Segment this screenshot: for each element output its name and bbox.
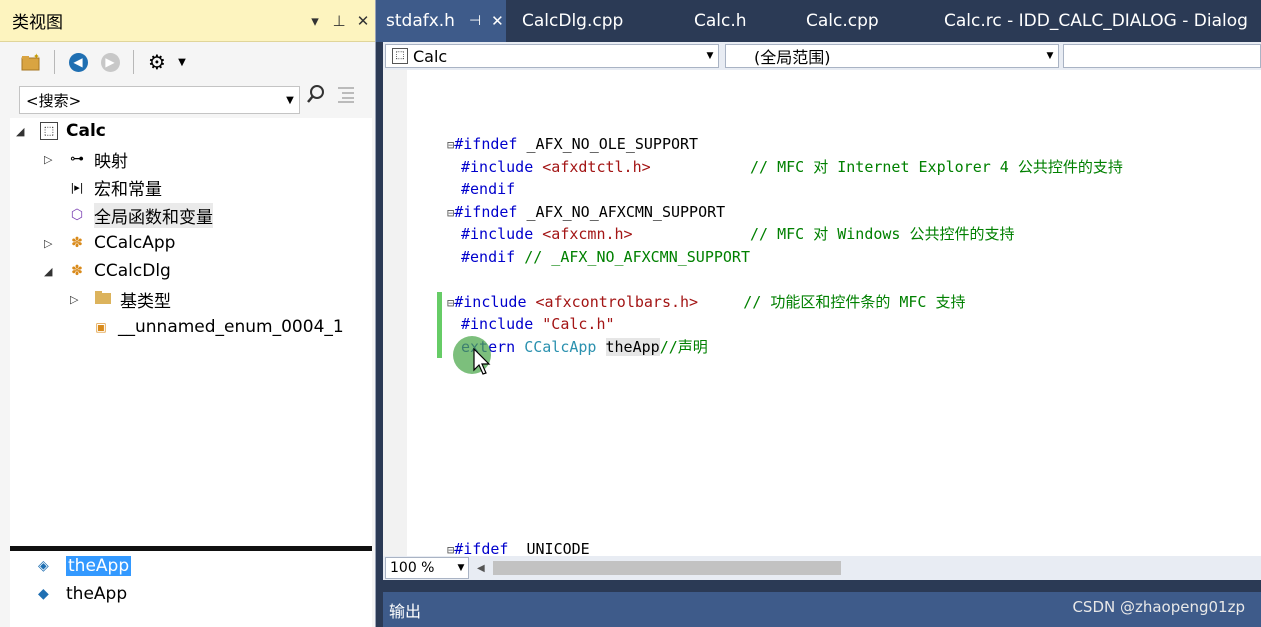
folder-icon xyxy=(92,290,114,309)
close-icon[interactable]: ✕ xyxy=(491,12,504,30)
class-icon: ✽ xyxy=(71,263,83,279)
tree-node-root[interactable]: ◢ ⬚ Calc xyxy=(16,118,106,144)
code-line: ⊟#ifdef UNICODE xyxy=(447,540,590,556)
code-line: #include <afxcmn.h> // MFC 对 Windows 公共控… xyxy=(461,225,1015,243)
scope-dropdown[interactable]: (全局范围) ▼ xyxy=(725,44,1059,68)
code-line: #include <afxdtctl.h> // MFC 对 Internet … xyxy=(461,158,1123,176)
panel-gap xyxy=(376,580,1261,592)
project-icon: ⬚ xyxy=(392,48,408,64)
tree-node-ccalcapp[interactable]: ▷ ✽ CCalcApp xyxy=(44,230,175,256)
collapse-icon[interactable]: ◢ xyxy=(16,125,30,138)
mouse-pointer-icon xyxy=(473,348,491,375)
svg-text:✦: ✦ xyxy=(33,53,40,61)
tree-node-base-types[interactable]: ▷ 基类型 xyxy=(70,286,171,312)
globals-cube-icon: ⬡ xyxy=(70,207,84,223)
chevron-down-icon: ▼ xyxy=(457,563,465,573)
tab-stdafx-h[interactable]: stdafx.h ⊣ ✕ xyxy=(376,0,506,42)
class-view-panel: 类视图 ▾ ⊥ ✕ ✦ ◀ ▶ ⚙ ▼ <搜索> ▼ ◢ ⬚ Calc ▷ ⊶ … xyxy=(0,0,376,627)
macro-icon: |▸| xyxy=(70,180,84,194)
class-view-search-input[interactable]: <搜索> ▼ xyxy=(19,86,300,114)
chevron-down-icon: ▼ xyxy=(706,51,714,61)
search-icon[interactable] xyxy=(306,84,326,108)
member-item-theapp[interactable]: ◆ theApp xyxy=(38,581,127,607)
forward-icon[interactable]: ▶ xyxy=(97,49,123,75)
members-list: ◈ theApp ◆ theApp xyxy=(10,551,372,627)
search-tools xyxy=(306,84,356,108)
filter-settings-icon[interactable] xyxy=(336,84,356,108)
tab-calc-h[interactable]: Calc.h xyxy=(684,0,796,42)
pin-icon[interactable]: ⊣ xyxy=(469,13,481,29)
class-tree: ◢ ⬚ Calc ▷ ⊶ 映射 |▸| 宏和常量 ⬡ 全局函数和变量 ▷ ✽ C… xyxy=(10,118,372,546)
member-dropdown[interactable] xyxy=(1063,44,1261,68)
tab-calc-rc-dialog[interactable]: Calc.rc - IDD_CALC_DIALOG - Dialog xyxy=(934,0,1254,42)
variable-icon: ◈ xyxy=(38,558,49,574)
class-icon: ✽ xyxy=(71,235,83,251)
code-line: #include "Calc.h" xyxy=(461,315,615,333)
document-tabs: stdafx.h ⊣ ✕ CalcDlg.cpp Calc.h Calc.cpp… xyxy=(376,0,1261,42)
search-dropdown-icon[interactable]: ▼ xyxy=(281,95,299,106)
code-line: #endif // _AFX_NO_AFXCMN_SUPPORT xyxy=(461,248,750,266)
project-dropdown[interactable]: ⬚ Calc ▼ xyxy=(385,44,719,68)
back-icon[interactable]: ◀ xyxy=(65,49,91,75)
tree-node-ccalcdlg[interactable]: ◢ ✽ CCalcDlg xyxy=(44,258,171,284)
collapse-icon[interactable]: ◢ xyxy=(44,265,58,278)
tree-node-globals[interactable]: ⬡ 全局函数和变量 xyxy=(66,202,213,228)
tree-node-enum[interactable]: ▣ __unnamed_enum_0004_1 xyxy=(90,314,343,340)
scrollbar-thumb[interactable] xyxy=(492,561,841,575)
editor-gutter xyxy=(383,70,407,556)
code-line: ⊟#include <afxcontrolbars.h> // 功能区和控件条的… xyxy=(447,293,966,311)
expand-icon[interactable]: ▷ xyxy=(44,237,58,250)
expand-icon[interactable]: ▷ xyxy=(70,293,84,306)
pin-icon[interactable]: ⊥ xyxy=(327,12,351,30)
code-line: #endif xyxy=(461,180,516,198)
code-line: ⊟#ifndef _AFX_NO_AFXCMN_SUPPORT xyxy=(447,203,726,221)
tree-node-macros[interactable]: |▸| 宏和常量 xyxy=(66,174,162,200)
tree-node-map[interactable]: ▷ ⊶ 映射 xyxy=(44,146,128,172)
variable-icon: ◆ xyxy=(38,586,49,602)
settings-dropdown-icon[interactable]: ▼ xyxy=(176,49,188,75)
watermark: CSDN @zhaopeng01zp xyxy=(1072,598,1245,616)
zoom-dropdown[interactable]: 100 % ▼ xyxy=(385,557,469,579)
editor-horizontal-scrollbar: 100 % ▼ ◀ xyxy=(383,556,1261,580)
scroll-left-icon[interactable]: ◀ xyxy=(477,563,485,574)
project-icon: ⬚ xyxy=(38,122,60,140)
expand-icon[interactable]: ▷ xyxy=(44,153,58,166)
navigation-bar: ⬚ Calc ▼ (全局范围) ▼ xyxy=(383,42,1261,70)
member-item-theapp-selected[interactable]: ◈ theApp xyxy=(38,553,132,579)
settings-gear-icon[interactable]: ⚙ xyxy=(144,49,170,75)
panel-dropdown-icon[interactable]: ▾ xyxy=(303,12,327,30)
class-view-title-bar: 类视图 ▾ ⊥ ✕ xyxy=(0,0,375,42)
change-indicator xyxy=(437,292,442,358)
key-icon: ⊶ xyxy=(70,151,84,167)
tab-calc-cpp[interactable]: Calc.cpp xyxy=(796,0,934,42)
tab-calcdlg-cpp[interactable]: CalcDlg.cpp xyxy=(506,0,684,42)
class-view-title: 类视图 xyxy=(12,13,63,33)
code-editor[interactable]: ⊟#ifndef _AFX_NO_OLE_SUPPORT #include <a… xyxy=(383,70,1261,556)
close-icon[interactable]: ✕ xyxy=(351,12,375,30)
toolbar-separator xyxy=(133,50,134,74)
search-placeholder: <搜索> xyxy=(26,91,82,110)
class-view-toolbar: ✦ ◀ ▶ ⚙ ▼ xyxy=(0,42,375,82)
code-line: extern CCalcApp theApp//声明 xyxy=(461,338,708,356)
toolbar-separator xyxy=(54,50,55,74)
code-line: ⊟#ifndef _AFX_NO_OLE_SUPPORT xyxy=(447,135,699,153)
enum-icon: ▣ xyxy=(95,320,107,334)
new-folder-icon[interactable]: ✦ xyxy=(18,49,44,75)
chevron-down-icon: ▼ xyxy=(1046,51,1054,61)
